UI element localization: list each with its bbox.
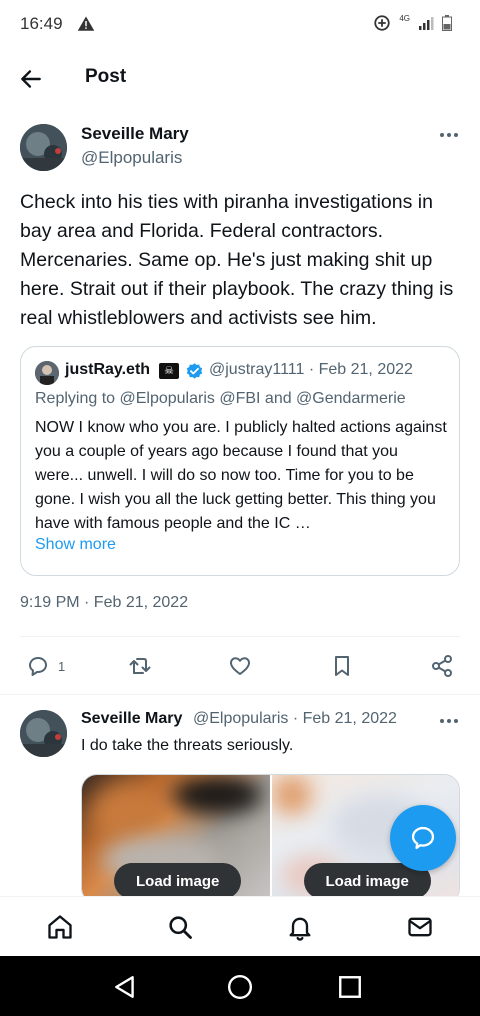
quote-replying-to: Replying to @Elpopularis @FBI and @Genda… [35,390,406,407]
load-image-button[interactable]: Load image [114,863,242,899]
reply-avatar[interactable] [20,710,67,757]
media-image-left[interactable]: Load image [82,775,270,903]
reply-button[interactable]: 1 [26,654,65,678]
compose-message-button[interactable] [390,805,456,871]
reply-count: 1 [58,658,66,674]
divider [0,694,480,695]
search-icon[interactable] [166,913,194,941]
chat-bubble-icon [411,826,435,850]
warning-icon [77,16,94,31]
bookmark-button[interactable] [330,654,354,678]
status-bar: 16:49 4G [0,0,480,48]
bottom-nav [0,896,480,956]
bookmark-icon [335,656,349,676]
quote-handle-date: @justray1111 · Feb 21, 2022 [209,361,413,378]
avatar[interactable] [20,124,67,171]
share-button[interactable] [430,654,454,678]
retweet-button[interactable] [128,654,152,678]
show-more-link[interactable]: Show more [35,536,116,554]
system-home-icon[interactable] [227,974,253,1000]
more-options-icon[interactable] [440,132,458,138]
reply-more-options-icon[interactable] [440,718,458,724]
pirate-flag-icon: ☠ [159,363,179,379]
notifications-bell-icon[interactable] [286,913,314,941]
like-button[interactable] [228,654,252,678]
tweet-text: Check into his ties with piranha investi… [20,191,454,329]
home-icon[interactable] [46,913,74,941]
signal-icon [419,17,434,30]
share-icon [432,655,452,677]
back-arrow-icon[interactable] [18,66,44,92]
tweet-timestamp: 9:19 PM · Feb 21, 2022 [20,594,189,611]
heart-icon [230,657,250,675]
author-name[interactable]: Seveille Mary [81,124,189,144]
divider [20,636,460,637]
reply-icon [29,657,47,676]
system-back-icon[interactable] [112,974,138,1000]
quoted-tweet-card[interactable]: justRay.eth ☠ @justray1111 · Feb 21, 202… [20,346,460,576]
quote-text: NOW I know who you are. I publicly halte… [35,419,447,532]
messages-envelope-icon[interactable] [406,913,434,941]
action-bar: 1 [0,646,480,686]
app-header: Post [0,56,480,100]
page-title: Post [85,66,127,87]
quote-author-name: justRay.eth [65,361,151,378]
data-saver-icon [374,15,390,31]
reply-handle-date[interactable]: @Elpopularis · Feb 21, 2022 [193,710,397,728]
author-handle[interactable]: @Elpopularis [81,148,182,168]
verified-badge-icon [186,363,203,379]
quote-avatar [35,361,59,385]
reply-author-name[interactable]: Seveille Mary [81,710,182,728]
system-recents-icon[interactable] [337,974,363,1000]
retweet-icon [129,658,151,674]
system-nav-bar [0,956,480,1016]
reply-text: I do take the threats seriously. [81,737,294,754]
status-icons: 4G [373,14,452,32]
battery-icon [442,15,452,31]
network-type: 4G [399,13,410,23]
status-time: 16:49 [20,14,63,33]
